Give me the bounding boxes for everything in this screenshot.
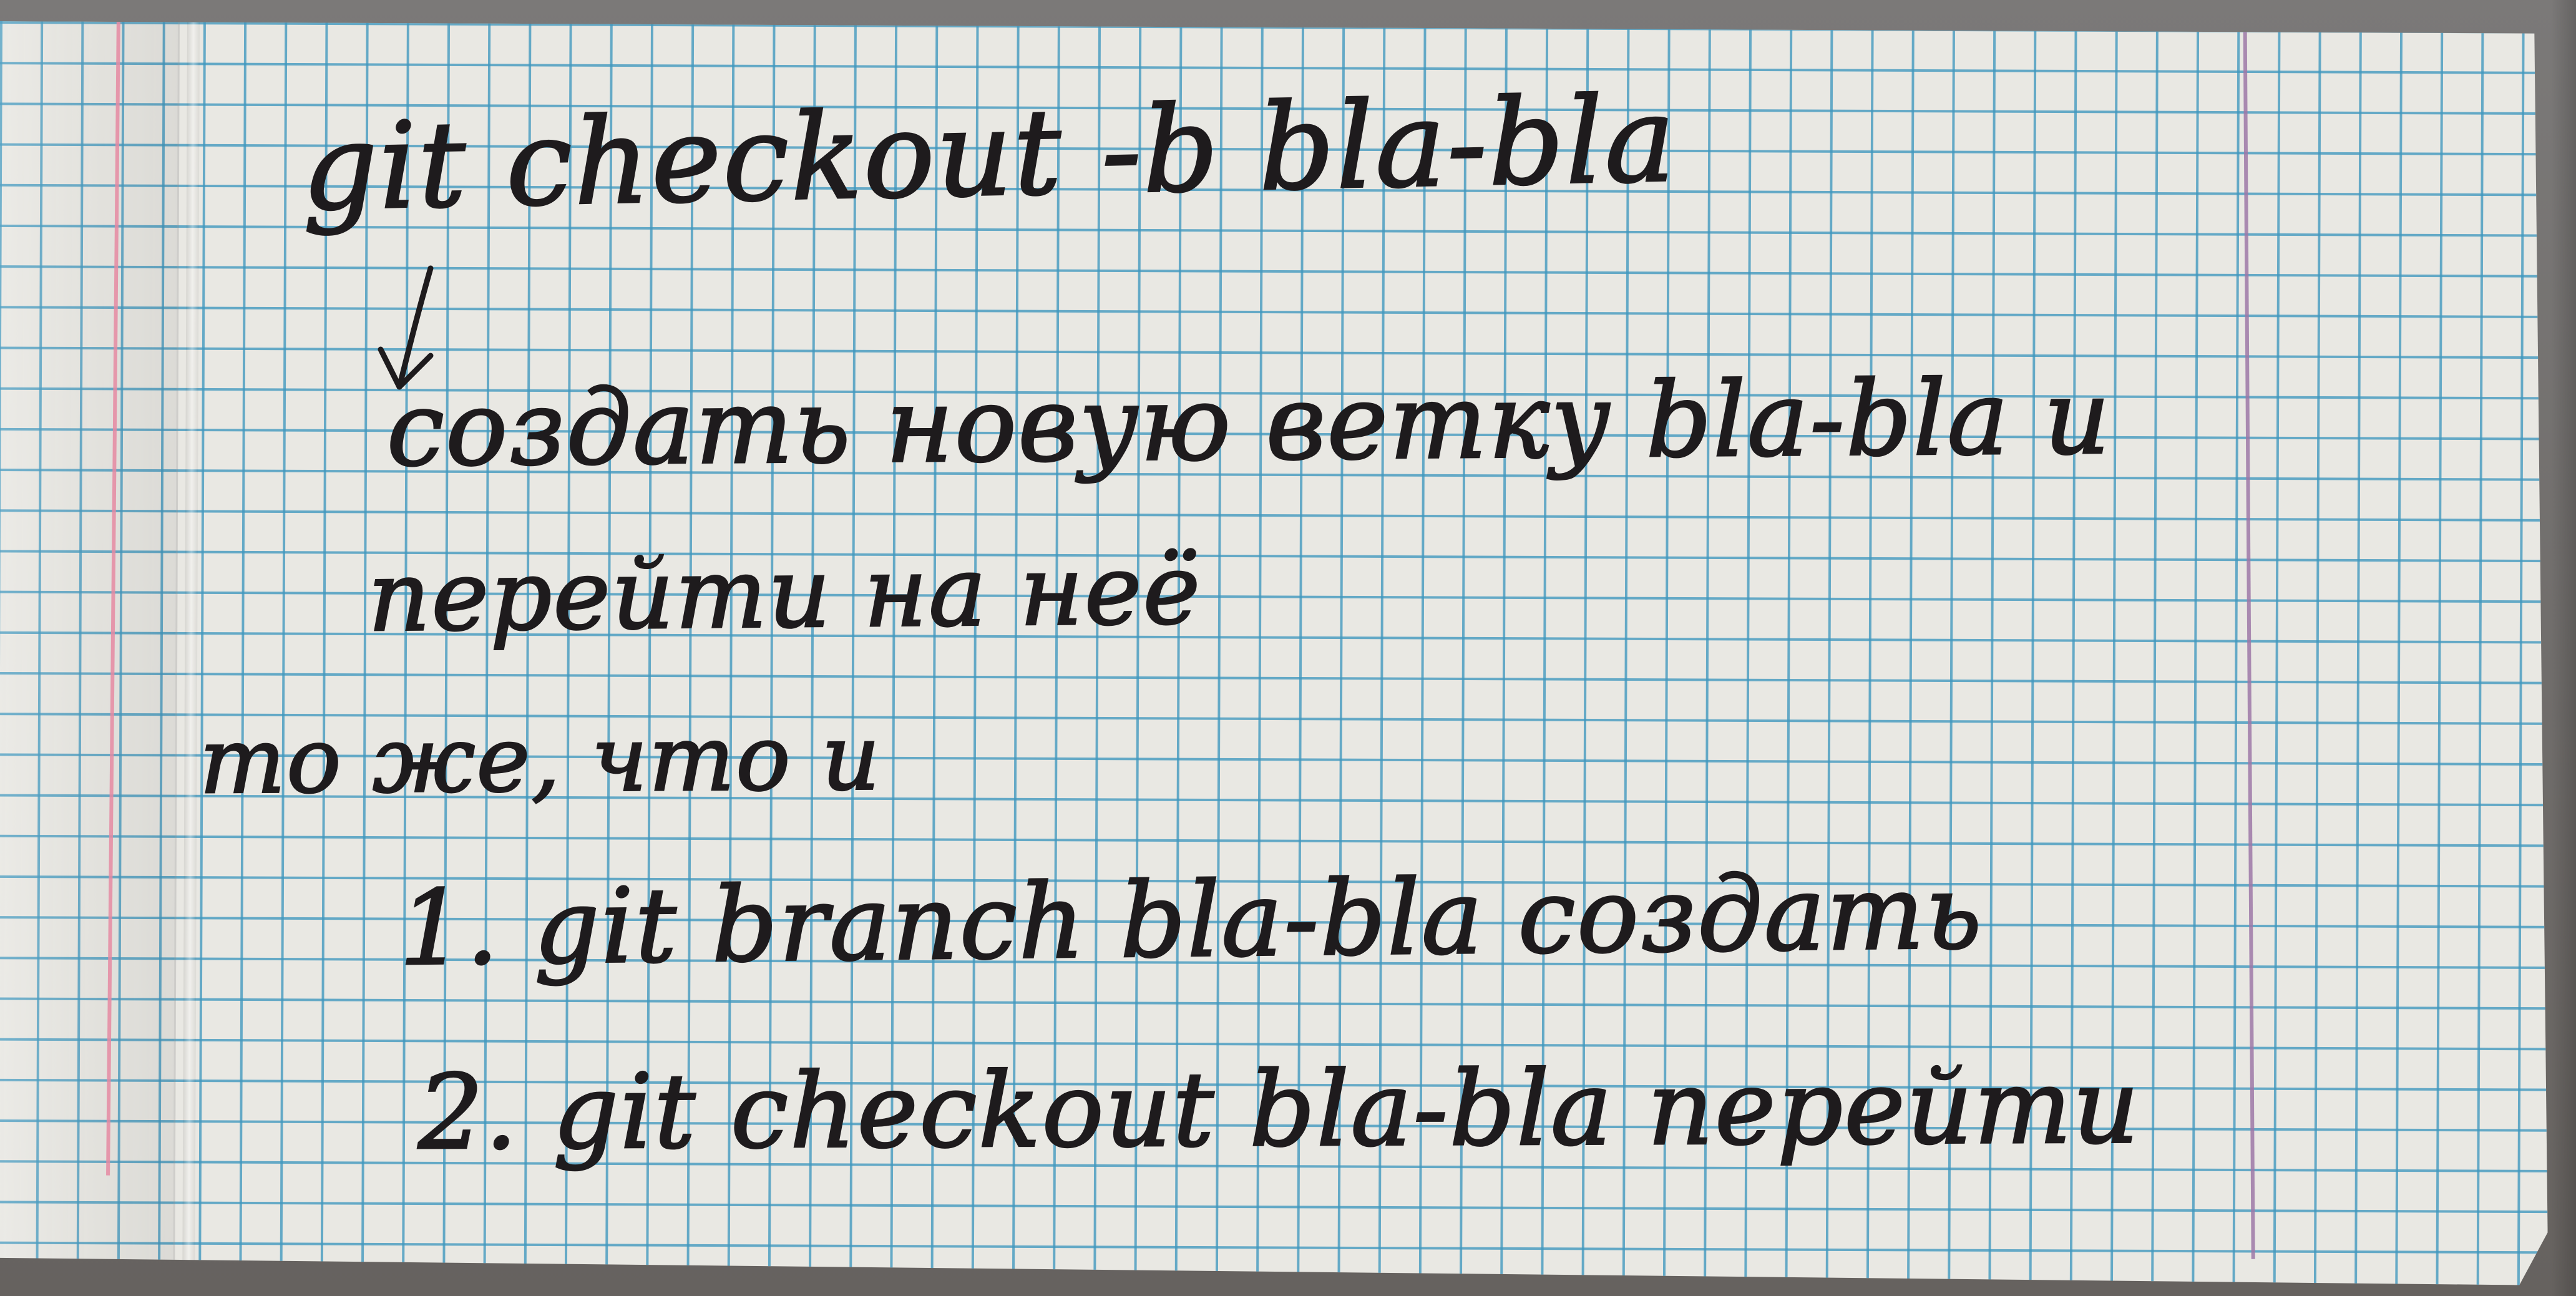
photo-stage: git checkout -b bla-bla создать новую ве… <box>0 0 2576 1296</box>
paper-fold <box>182 22 200 1276</box>
left-margin-line <box>106 22 120 1176</box>
right-margin-line <box>2243 30 2255 1259</box>
graph-paper-sheet <box>0 21 2552 1285</box>
photo-edge-shadow <box>2551 0 2576 1296</box>
